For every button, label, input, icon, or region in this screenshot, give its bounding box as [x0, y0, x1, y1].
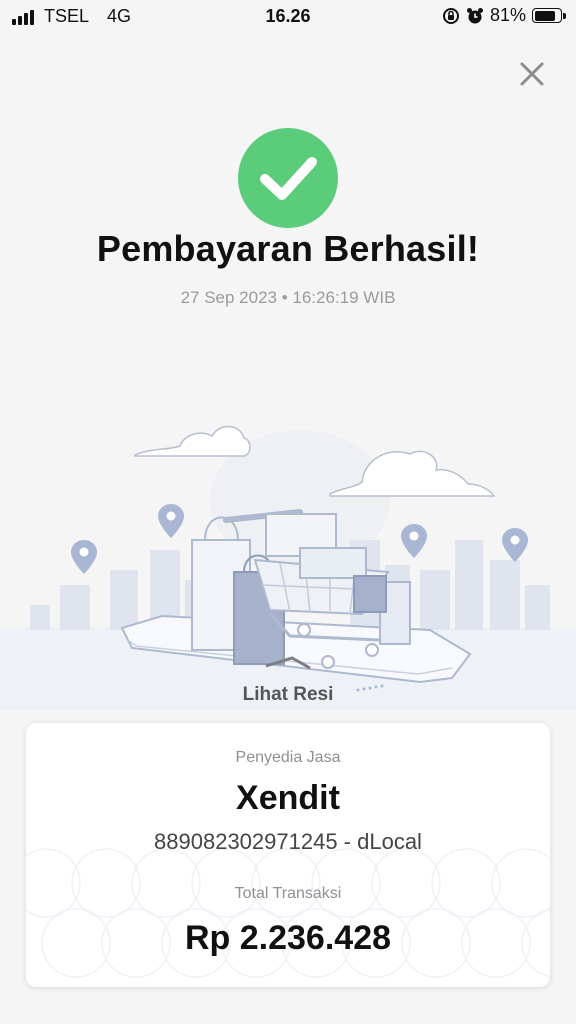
provider-name: Xendit	[236, 779, 340, 817]
close-icon[interactable]	[516, 58, 548, 90]
alarm-icon	[466, 7, 483, 23]
total-amount: Rp 2.236.428	[184, 919, 392, 957]
total-label: Total Transaksi	[234, 885, 342, 902]
status-bar-right: 81%	[442, 5, 566, 26]
provider-label: Penyedia Jasa	[235, 749, 341, 766]
view-receipt-link[interactable]: Lihat Resi	[0, 684, 576, 706]
status-bar-left: TSEL 4G	[12, 6, 131, 27]
shopping-cart-illustration	[0, 425, 576, 710]
signal-icon	[12, 9, 34, 25]
orientation-lock-icon	[442, 7, 459, 24]
network-label: 4G	[107, 6, 132, 26]
battery-percent: 81%	[489, 5, 526, 25]
battery-fill	[534, 10, 555, 21]
transaction-datetime: 27 Sep 2023 • 16:26:19 WIB	[180, 288, 396, 307]
battery-icon	[532, 8, 566, 23]
transaction-card: Penyedia Jasa Xendit 889082302971245 - d…	[26, 723, 550, 987]
carrier-label: TSEL	[44, 6, 90, 26]
success-badge	[238, 128, 338, 228]
page-title: Pembayaran Berhasil!	[96, 228, 480, 269]
status-bar: TSEL 4G 16.26 81%	[0, 0, 576, 32]
checkmark-icon	[260, 157, 317, 200]
transaction-reference: 889082302971245 - dLocal	[154, 829, 422, 854]
